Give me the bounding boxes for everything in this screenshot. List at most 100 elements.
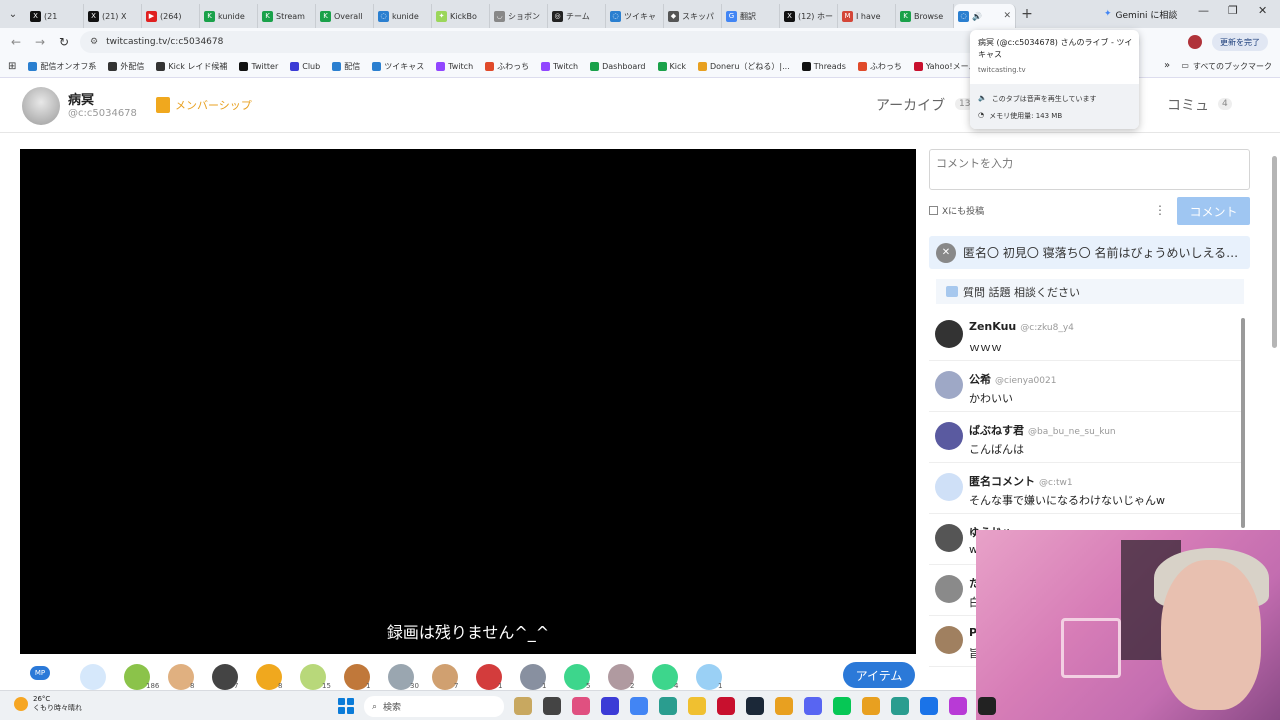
taskbar-app-icon[interactable] [514,697,532,715]
taskbar-app-icon[interactable] [891,697,909,715]
channel-avatar[interactable] [22,87,60,125]
taskbar-search[interactable]: ⌕ 検索 [364,696,504,717]
tab-title: Stream [276,11,305,21]
taskbar-app-icon[interactable] [949,697,967,715]
taskbar-app-icon[interactable] [804,697,822,715]
browser-tab[interactable]: Kkunide [200,4,258,28]
commenter-avatar[interactable] [935,473,963,501]
taskbar-app-icon[interactable] [978,697,996,715]
archive-tab[interactable]: アーカイブ [876,95,945,115]
reload-button[interactable]: ↻ [52,35,76,49]
taskbar-app-icon[interactable] [601,697,619,715]
comment-input[interactable] [929,149,1250,190]
window-close-button[interactable]: ✕ [1258,4,1267,17]
membership-link[interactable]: メンバーシップ [156,97,252,113]
commenter-avatar[interactable] [935,626,963,654]
minimize-button[interactable]: — [1198,4,1209,17]
comment-options-menu-icon[interactable]: ⋮ [1154,203,1166,217]
audio-playing-icon[interactable]: 🔊 [972,12,982,21]
commenter-name[interactable]: 匿名コメント [969,475,1035,488]
bookmark-item[interactable]: Doneru（どねる）|... [692,61,796,72]
comment-scrollbar[interactable] [1241,318,1245,528]
profile-avatar[interactable] [1188,35,1202,49]
browser-tab[interactable]: ▶ (264) [142,4,200,28]
taskbar-app-icon[interactable] [630,697,648,715]
update-button[interactable]: 更新を完了 [1212,33,1268,51]
new-tab-button[interactable]: + [1016,6,1038,22]
community-tab[interactable]: コミュ [1167,95,1209,115]
commenter-name[interactable]: ばぶねす君 [969,424,1024,437]
bookmark-item[interactable]: Club [284,61,326,72]
browser-tab[interactable]: K Stream [258,4,316,28]
comment-submit-button[interactable]: コメント [1177,197,1250,225]
bookmark-item[interactable]: Threads [796,61,852,72]
commenter-name[interactable]: ZenKuu [969,320,1016,333]
site-info-icon[interactable]: ⚙ [90,37,98,47]
browser-tab[interactable]: G 翻訳 [722,4,780,28]
tab-search-chevron-icon[interactable]: ⌄ [0,0,26,28]
commenter-avatar[interactable] [935,422,963,450]
bookmark-item[interactable]: ふわっち [479,61,535,72]
item-button[interactable]: アイテム [843,662,915,688]
bookmarks-overflow-button[interactable]: » [1164,60,1170,71]
bookmark-item[interactable]: ふわっち [852,61,908,72]
forward-button[interactable]: → [28,35,52,49]
browser-tab[interactable]: ◎ チーム [548,4,606,28]
taskbar-app-icon[interactable] [775,697,793,715]
all-bookmarks-button[interactable]: ▭ すべてのブックマーク [1181,61,1272,72]
bookmark-item[interactable]: 配信オンオフ系 [22,61,102,72]
browser-tab[interactable]: ◌ kunide [374,4,432,28]
taskbar-app-icon[interactable] [659,697,677,715]
taskbar-app-icon[interactable] [717,697,735,715]
commenter-avatar[interactable] [935,524,963,552]
taskbar-app-icon[interactable] [543,697,561,715]
browser-tab[interactable]: K Overall [316,4,374,28]
gemini-button[interactable]: ✦ Gemini に相談 [1096,5,1185,23]
bookmark-item[interactable]: 配信 [326,61,366,72]
tab-close-icon[interactable]: ✕ [1003,11,1011,21]
mp-badge[interactable]: MP [30,666,50,680]
comment-item: ばぶねす君 @ba_bu_ne_su_kun こんばんは [929,412,1242,463]
bookmark-item[interactable]: Twitch [535,61,584,72]
gift-item-icon[interactable] [80,664,106,690]
page-scrollbar[interactable] [1272,156,1277,348]
bookmark-item[interactable]: Twitch [430,61,479,72]
x-post-option[interactable]: Xにも投稿 [929,204,984,217]
x-post-checkbox[interactable] [929,206,938,215]
back-button[interactable]: ← [4,35,28,49]
bookmark-item[interactable]: Kick [652,61,693,72]
bookmark-item[interactable]: Twitter [233,61,284,72]
windows-start-icon[interactable] [338,698,354,714]
taskbar-app-icon[interactable] [920,697,938,715]
bookmark-item[interactable]: Kick レイド候補 [150,61,233,72]
taskbar-app-icon[interactable] [833,697,851,715]
video-player[interactable]: 録画は残りません^_^ [20,149,916,654]
browser-tab[interactable]: ✦ KickBo [432,4,490,28]
browser-tab[interactable]: ◡ ショボン [490,4,548,28]
taskbar-app-icon[interactable] [572,697,590,715]
taskbar-app-icon[interactable] [688,697,706,715]
browser-tab[interactable]: MI have [838,4,896,28]
commenter-avatar[interactable] [935,320,963,348]
comment-item: ZenKuu @c:zku8_y4 ｗｗｗ [929,310,1242,361]
restore-button[interactable]: ❐ [1228,4,1238,17]
bookmark-item[interactable]: 外配信 [102,61,150,72]
bookmark-item[interactable]: Dashboard [584,61,651,72]
bookmark-item[interactable]: ツイキャス [366,61,430,72]
browser-tab[interactable]: X (21 [26,4,84,28]
browser-tab[interactable]: X (12) ホー [780,4,838,28]
commenter-avatar[interactable] [935,575,963,603]
browser-tab[interactable]: ◌ ツイキャ [606,4,664,28]
active-tab[interactable]: ◌ 🔊 ✕ [954,4,1016,28]
commenter-avatar[interactable] [935,371,963,399]
taskbar-app-icon[interactable] [862,697,880,715]
browser-tab[interactable]: ◆ スキッパ [664,4,722,28]
browser-tab[interactable]: K Browse [896,4,954,28]
commenter-name[interactable]: 公希 [969,373,991,386]
channel-name[interactable]: 病冥 [68,89,94,108]
bookmark-list: 配信オンオフ系 外配信 Kick レイド候補 Twitter Club 配信 ツイキャス Tw… [22,61,982,72]
weather-widget[interactable]: 26°C くもり時々晴れ [14,695,82,713]
apps-grid-icon[interactable]: ⊞ [0,61,22,72]
taskbar-app-icon[interactable] [746,697,764,715]
browser-tab[interactable]: X (21) X [84,4,142,28]
